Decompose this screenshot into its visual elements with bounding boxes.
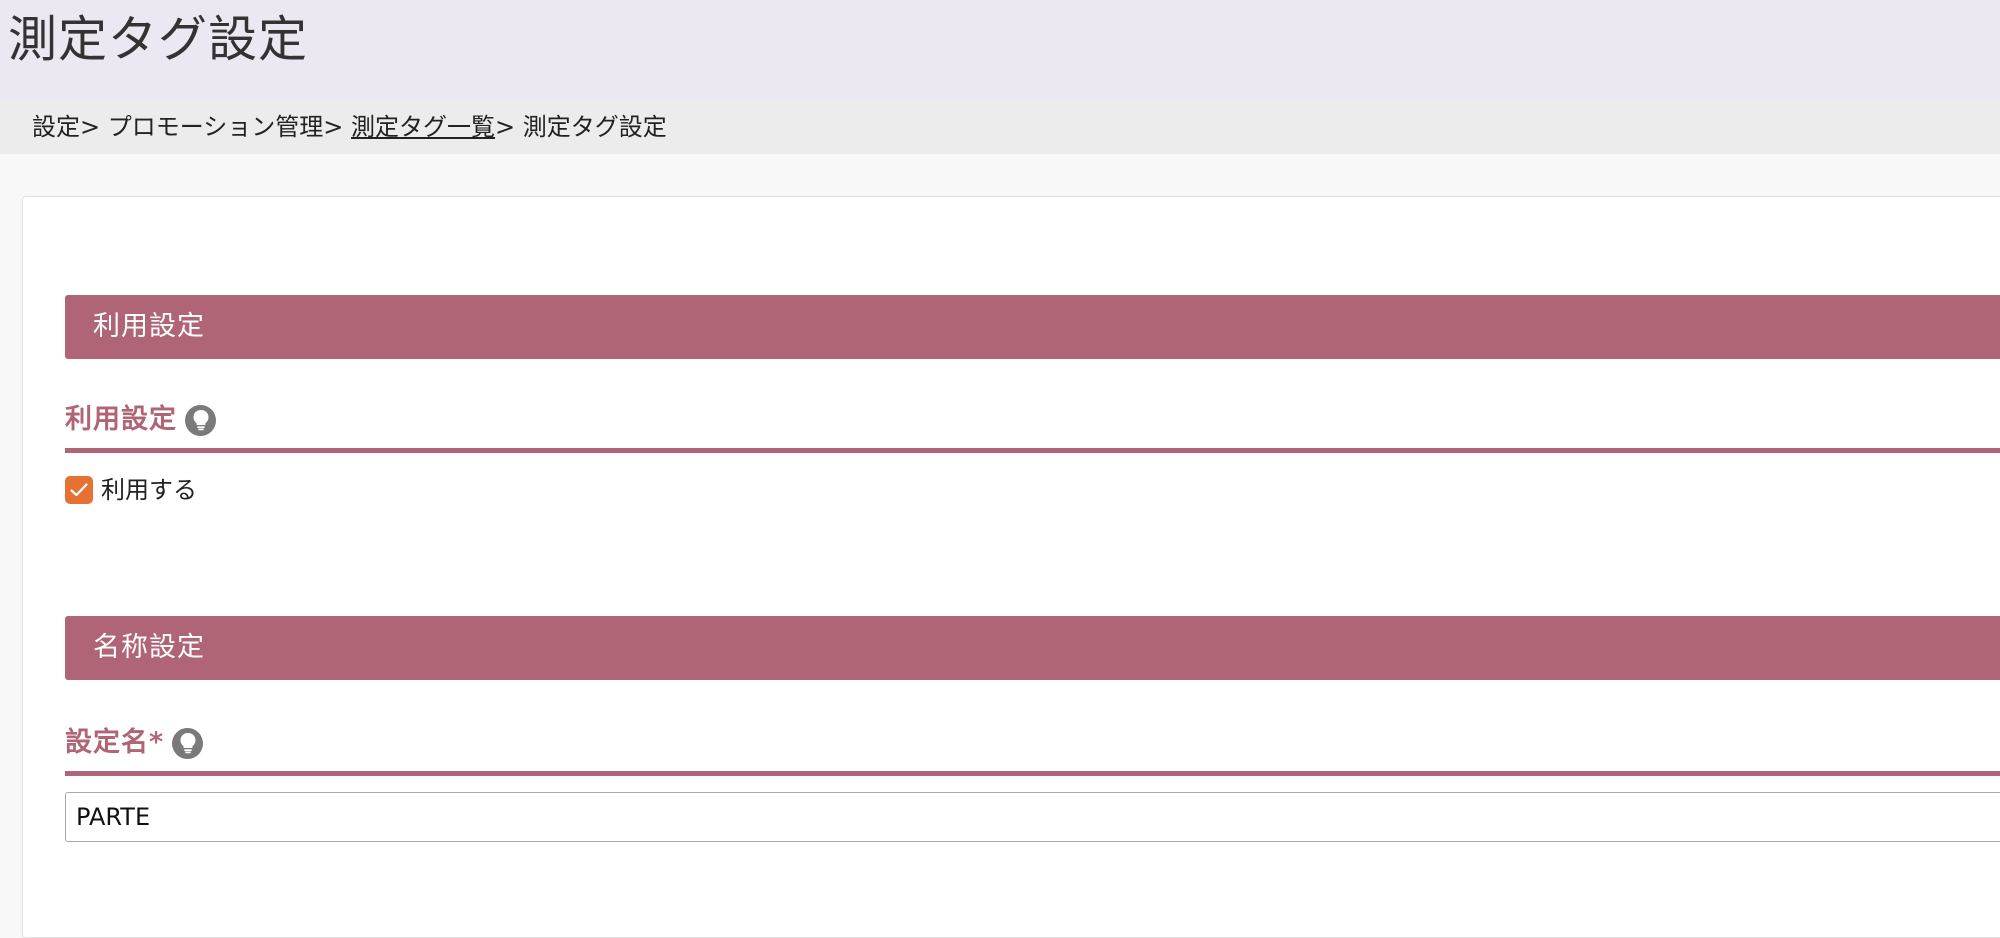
breadcrumb-separator: >: [80, 113, 108, 141]
field-label-usage-text: 利用設定: [65, 404, 177, 435]
section-header-name: 名称設定: [65, 616, 2000, 680]
check-icon: [70, 483, 88, 497]
breadcrumb-link-tag-list[interactable]: 測定タグ一覧: [351, 113, 495, 141]
field-label-name-text: 設定名*: [65, 727, 165, 758]
field-label-usage: 利用設定: [65, 402, 216, 438]
section-header-usage: 利用設定: [65, 295, 2000, 359]
field-label-name: 設定名*: [65, 725, 204, 761]
field-underline-name: [65, 771, 2000, 776]
breadcrumb-item-settings: 設定: [32, 113, 80, 141]
breadcrumb: 設定> プロモーション管理> 測定タグ一覧> 測定タグ設定: [32, 112, 667, 142]
breadcrumb-item-current: 測定タグ設定: [522, 113, 667, 141]
page-title: 測定タグ設定: [8, 11, 309, 68]
breadcrumb-bar: 設定> プロモーション管理> 測定タグ一覧> 測定タグ設定: [0, 100, 2000, 154]
usage-checkbox-row: 利用する: [65, 475, 197, 505]
setting-name-input[interactable]: [65, 792, 2000, 842]
breadcrumb-separator: >: [323, 113, 352, 141]
breadcrumb-separator: >: [495, 113, 523, 141]
field-underline-usage: [65, 448, 2000, 453]
usage-checkbox[interactable]: [65, 476, 93, 504]
lightbulb-icon[interactable]: [172, 727, 204, 759]
lightbulb-icon[interactable]: [185, 404, 216, 436]
breadcrumb-item-promotion: プロモーション管理: [107, 113, 324, 141]
title-bar: 測定タグ設定: [0, 0, 2000, 100]
usage-checkbox-label[interactable]: 利用する: [101, 475, 197, 505]
